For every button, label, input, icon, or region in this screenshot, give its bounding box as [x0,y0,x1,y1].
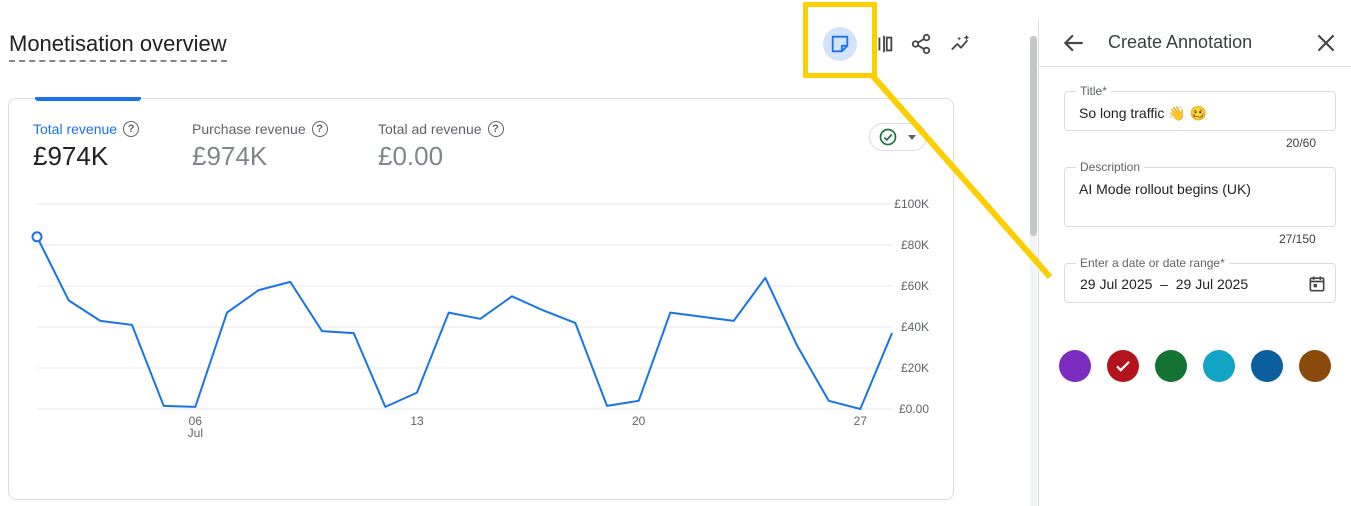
title-char-counter: 20/60 [1286,136,1317,150]
title-field-label: Title* [1076,84,1111,98]
y-tick-label: £60K [901,279,929,293]
date-range-value: 29 Jul 2025 – 29 Jul 2025 [1080,276,1249,292]
data-point-marker [31,231,43,243]
app-root: Monetisation overview Total revenue ? £9… [0,0,1351,506]
color-swatch-purple[interactable] [1059,350,1091,382]
title-input[interactable] [1079,103,1319,123]
date-field-label: Enter a date or date range* [1076,256,1229,270]
y-tick-label: £0.00 [899,402,929,416]
x-tick-label: 27 [854,414,868,428]
panel-header: Create Annotation [1039,20,1351,67]
color-swatch-blue[interactable] [1251,350,1283,382]
color-swatch-red[interactable] [1107,350,1139,382]
y-tick-label: £40K [901,320,929,334]
series-line [36,236,893,410]
color-swatch-teal[interactable] [1203,350,1235,382]
date-range-field[interactable]: Enter a date or date range* 29 Jul 2025 … [1064,256,1336,303]
color-swatch-brown[interactable] [1299,350,1331,382]
title-field[interactable]: Title* [1064,84,1336,131]
description-char-counter: 27/150 [1279,232,1316,246]
description-input[interactable] [1079,179,1319,199]
annotation-panel: Create Annotation Title* 20/60 Descripti… [1038,20,1351,506]
description-field-label: Description [1076,160,1145,174]
scrollbar-thumb[interactable] [1030,36,1037,236]
revenue-line-chart: £100K£80K£60K£40K£20K£0.0006Jul13 20 27 [31,197,929,440]
check-icon [1116,361,1130,372]
x-tick-sublabel: Jul [188,426,203,440]
y-tick-label: £20K [901,361,929,375]
report-main-area: Monetisation overview Total revenue ? £9… [0,0,1038,506]
calendar-icon[interactable] [1307,274,1327,294]
y-tick-label: £80K [901,238,929,252]
x-tick-label: 13 [410,414,424,428]
y-tick-label: £100K [894,197,929,211]
color-swatch-green[interactable] [1155,350,1187,382]
arrow-back-icon[interactable] [1061,30,1087,56]
panel-title: Create Annotation [1108,32,1253,52]
close-icon[interactable] [1313,30,1339,56]
x-tick-label: 20 [632,414,646,428]
description-field[interactable]: Description [1064,160,1336,227]
highlight-box [803,2,877,78]
